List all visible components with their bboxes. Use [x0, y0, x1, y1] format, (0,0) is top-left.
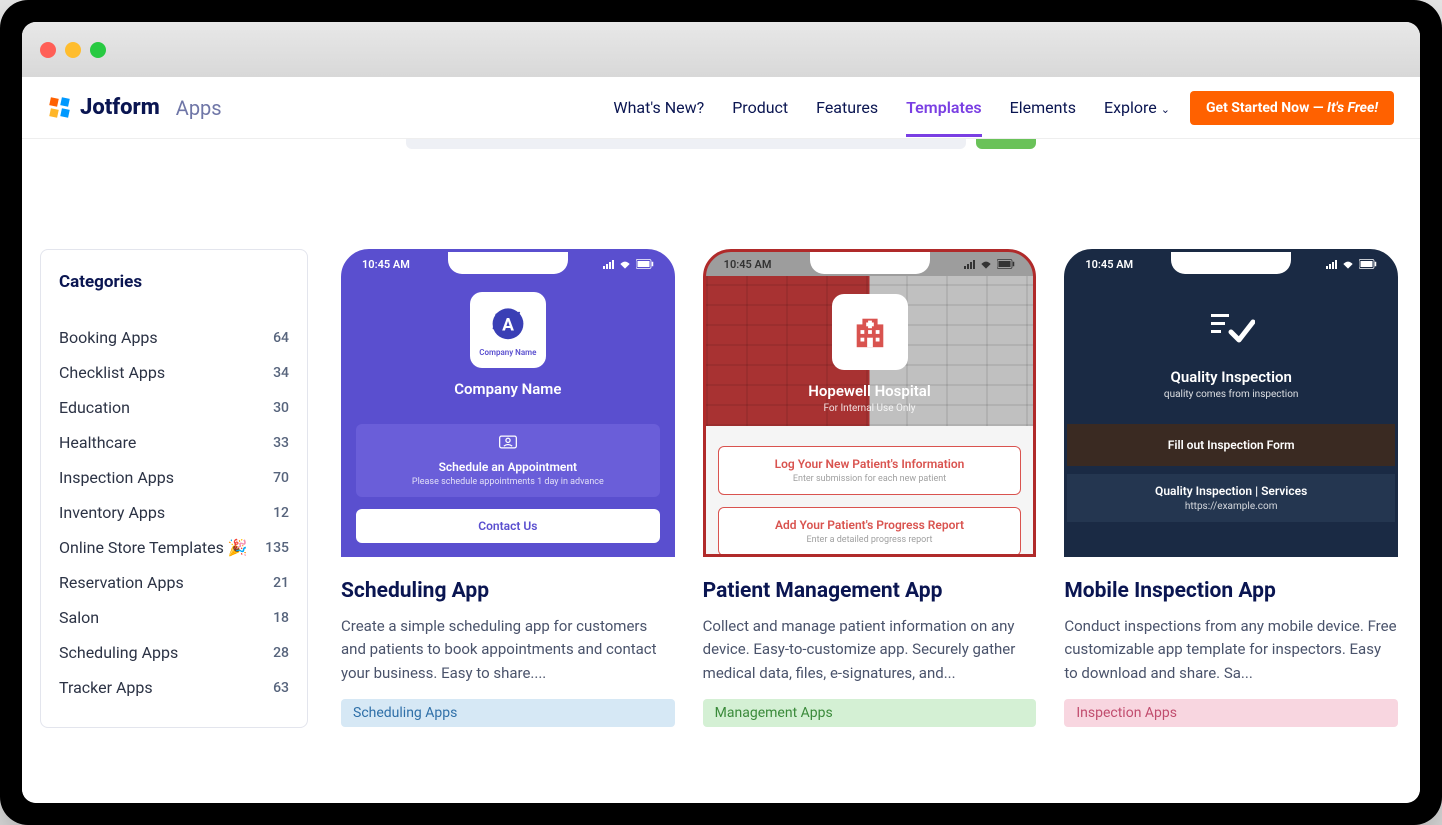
checklist-check-icon — [1207, 310, 1255, 348]
battery-icon — [636, 259, 654, 269]
phone-body: Quality Inspection quality comes from in… — [1067, 276, 1395, 554]
logo-subtitle: Apps — [176, 96, 222, 120]
preview-button-schedule: Schedule an Appointment Please schedule … — [356, 424, 660, 497]
preview-button-log-patient: Log Your New Patient's Information Enter… — [718, 446, 1022, 495]
phone-body: A Company Name Company Name Schedule an … — [344, 276, 672, 554]
category-salon[interactable]: Salon18 — [59, 600, 289, 635]
status-time: 10:45 AM — [1085, 258, 1133, 271]
phone-statusbar: 10:45 AM — [344, 252, 672, 276]
window-maximize-button[interactable] — [90, 42, 106, 58]
nav-templates[interactable]: Templates — [906, 92, 982, 123]
status-icons — [603, 259, 654, 269]
category-healthcare[interactable]: Healthcare33 — [59, 425, 289, 460]
logo[interactable]: Jotform Apps — [48, 95, 222, 120]
phone-notch — [448, 252, 568, 274]
status-time: 10:45 AM — [724, 258, 772, 271]
wifi-icon — [979, 259, 993, 269]
category-inspection[interactable]: Inspection Apps70 — [59, 460, 289, 495]
card-tag[interactable]: Inspection Apps — [1064, 699, 1398, 727]
phone-statusbar: 10:45 AM — [706, 252, 1034, 276]
category-scheduling[interactable]: Scheduling Apps28 — [59, 635, 289, 670]
card-title: Patient Management App — [703, 579, 1037, 603]
phone-body: Hopewell Hospital For Internal Use Only … — [706, 276, 1034, 554]
wifi-icon — [618, 259, 632, 269]
card-description: Create a simple scheduling app for custo… — [341, 615, 675, 685]
get-started-button[interactable]: Get Started Now — It's Free! — [1190, 91, 1394, 125]
preview-app-subtitle: For Internal Use Only — [823, 403, 915, 414]
category-checklist[interactable]: Checklist Apps34 — [59, 355, 289, 390]
search-bar-remnant — [22, 139, 1420, 184]
app-icon — [832, 294, 908, 370]
preview-app-name: Company Name — [356, 380, 660, 398]
card-title: Scheduling App — [341, 579, 675, 603]
window-minimize-button[interactable] — [65, 42, 81, 58]
signal-icon — [964, 260, 975, 269]
phone-notch — [1171, 252, 1291, 274]
hospital-icon — [851, 313, 889, 351]
svg-text:A: A — [502, 315, 514, 335]
nav-items: What's New? Product Features Templates E… — [613, 92, 1170, 123]
template-cards-grid: 10:45 AM — [341, 249, 1398, 803]
chevron-down-icon: ⌄ — [1161, 103, 1170, 116]
status-time: 10:45 AM — [362, 258, 410, 271]
page-content: Jotform Apps What's New? Product Feature… — [22, 77, 1420, 803]
nav-whats-new[interactable]: What's New? — [613, 92, 704, 123]
preview-button-contact: Contact Us — [356, 509, 660, 543]
preview-button-fill-form: Fill out Inspection Form — [1067, 424, 1395, 466]
search-submit-button[interactable] — [976, 139, 1036, 149]
nav-explore[interactable]: Explore⌄ — [1104, 92, 1170, 123]
categories-sidebar: Categories Booking Apps64 Checklist Apps… — [40, 249, 308, 728]
logo-text: Jotform — [80, 95, 160, 120]
template-card-scheduling[interactable]: 10:45 AM — [341, 249, 675, 803]
phone-preview: 10:45 AM — [341, 249, 675, 557]
phone-statusbar: 10:45 AM — [1067, 252, 1395, 276]
phone-preview: 10:45 AM — [703, 249, 1037, 557]
preview-app-name: Hopewell Hospital — [808, 382, 930, 400]
top-navigation: Jotform Apps What's New? Product Feature… — [22, 77, 1420, 139]
appointment-icon: A — [486, 304, 530, 348]
icon-label: Company Name — [479, 348, 536, 357]
main-content: Categories Booking Apps64 Checklist Apps… — [22, 184, 1420, 803]
card-tag[interactable]: Management Apps — [703, 699, 1037, 727]
phone-notch — [810, 252, 930, 274]
phone-preview: 10:45 AM — [1064, 249, 1398, 557]
preview-app-name: Quality Inspection — [1079, 368, 1383, 386]
card-description: Conduct inspections from any mobile devi… — [1064, 615, 1398, 685]
signal-icon — [603, 260, 614, 269]
status-icons — [1326, 259, 1377, 269]
wifi-icon — [1341, 259, 1355, 269]
window-close-button[interactable] — [40, 42, 56, 58]
window-chrome — [22, 22, 1420, 77]
nav-product[interactable]: Product — [732, 92, 788, 123]
card-tag[interactable]: Scheduling Apps — [341, 699, 675, 727]
card-description: Collect and manage patient information o… — [703, 615, 1037, 685]
status-icons — [964, 259, 1015, 269]
device-frame: Jotform Apps What's New? Product Feature… — [0, 0, 1442, 825]
preview-app-subtitle: quality comes from inspection — [1079, 389, 1383, 400]
battery-icon — [997, 259, 1015, 269]
nav-elements[interactable]: Elements — [1010, 92, 1076, 123]
category-inventory[interactable]: Inventory Apps12 — [59, 495, 289, 530]
battery-icon — [1359, 259, 1377, 269]
category-booking[interactable]: Booking Apps64 — [59, 320, 289, 355]
person-badge-icon — [498, 434, 518, 450]
template-card-patient[interactable]: 10:45 AM — [703, 249, 1037, 803]
category-tracker[interactable]: Tracker Apps63 — [59, 670, 289, 705]
preview-button-services: Quality Inspection | Services https://ex… — [1067, 474, 1395, 522]
template-card-inspection[interactable]: 10:45 AM — [1064, 249, 1398, 803]
category-online-store[interactable]: Online Store Templates 🎉135 — [59, 530, 289, 565]
category-education[interactable]: Education30 — [59, 390, 289, 425]
sidebar-title: Categories — [59, 272, 289, 292]
category-reservation[interactable]: Reservation Apps21 — [59, 565, 289, 600]
app-icon: A Company Name — [470, 292, 546, 368]
jotform-logo-icon — [48, 96, 72, 120]
preview-header-bg: Hopewell Hospital For Internal Use Only — [706, 276, 1034, 426]
card-title: Mobile Inspection App — [1064, 579, 1398, 603]
signal-icon — [1326, 260, 1337, 269]
browser-window: Jotform Apps What's New? Product Feature… — [22, 22, 1420, 803]
nav-features[interactable]: Features — [816, 92, 878, 123]
preview-button-progress: Add Your Patient's Progress Report Enter… — [718, 507, 1022, 556]
search-input[interactable] — [406, 139, 966, 149]
